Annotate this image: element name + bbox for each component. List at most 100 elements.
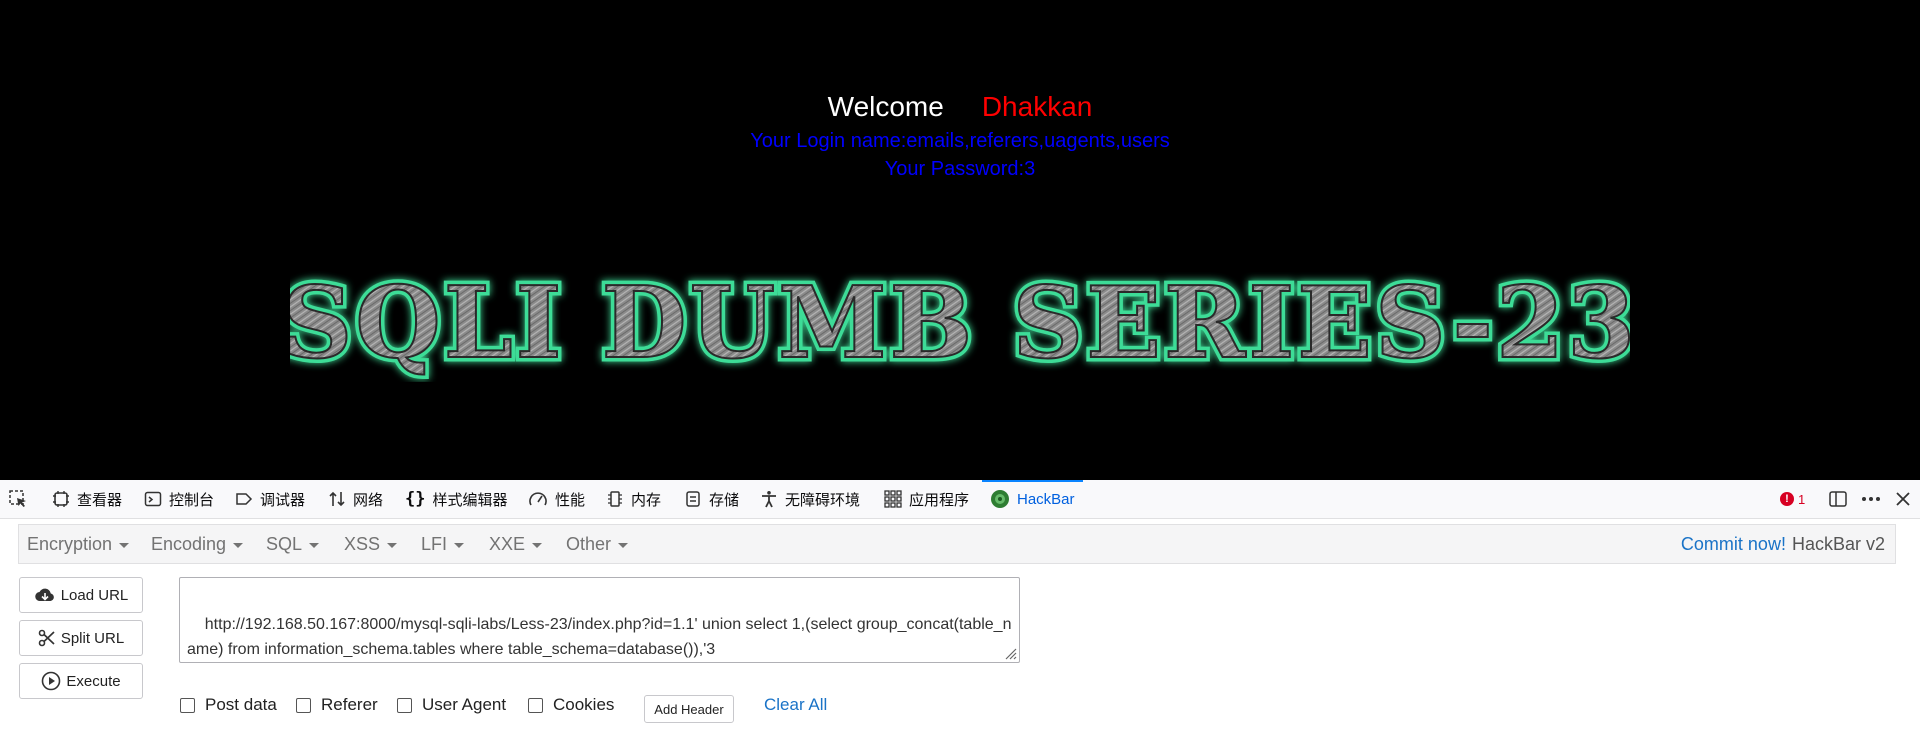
button-label: Load URL bbox=[60, 586, 129, 604]
caret-down-icon bbox=[119, 542, 130, 548]
tab-label: 存储 bbox=[709, 491, 740, 509]
tab-label: 控制台 bbox=[169, 491, 215, 509]
menu-lfi[interactable]: LFI bbox=[421, 525, 465, 563]
menu-encoding[interactable]: Encoding bbox=[151, 525, 244, 563]
application-icon bbox=[884, 490, 902, 508]
split-url-button[interactable]: Split URL bbox=[19, 620, 143, 656]
style-editor-icon: {} bbox=[405, 489, 426, 509]
play-icon bbox=[42, 671, 61, 691]
checkbox-label: Cookies bbox=[553, 695, 615, 714]
commit-link[interactable]: Commit now! bbox=[1681, 534, 1786, 555]
cloud-download-icon bbox=[34, 588, 54, 602]
scissors-icon bbox=[38, 629, 55, 647]
menu-xxe[interactable]: XXE bbox=[489, 525, 543, 563]
tab-label: 网络 bbox=[353, 491, 384, 509]
resize-grip-icon[interactable] bbox=[1003, 646, 1017, 660]
checkbox-label: Referer bbox=[321, 695, 378, 714]
tab-label: HackBar bbox=[1017, 490, 1075, 508]
load-url-button[interactable]: Load URL bbox=[19, 577, 143, 613]
hackbar-version: HackBar v2 bbox=[1791, 533, 1885, 554]
accessibility-icon bbox=[762, 491, 776, 508]
execute-button[interactable]: Execute bbox=[19, 663, 143, 699]
checkbox-box[interactable] bbox=[296, 697, 311, 713]
post-data-checkbox[interactable]: Post data bbox=[180, 693, 277, 717]
welcome-text: Welcome bbox=[827, 91, 944, 122]
checkbox-box[interactable] bbox=[180, 697, 195, 713]
storage-icon bbox=[686, 491, 700, 507]
tab-debugger[interactable]: 调试器 bbox=[235, 480, 305, 518]
tab-accessibility[interactable]: 无障碍环境 bbox=[760, 480, 860, 518]
checkbox-label: User Agent bbox=[422, 695, 507, 714]
tab-label: 应用程序 bbox=[909, 491, 970, 509]
referer-checkbox[interactable]: Referer bbox=[296, 693, 378, 717]
tab-storage[interactable]: 存储 bbox=[684, 480, 739, 518]
tab-label: 无障碍环境 bbox=[785, 491, 861, 509]
performance-icon bbox=[529, 492, 547, 506]
add-header-button[interactable]: Add Header bbox=[644, 695, 734, 723]
menu-other[interactable]: Other bbox=[566, 525, 629, 563]
user-name: Dhakkan bbox=[981, 91, 1093, 122]
button-label: Execute bbox=[66, 672, 121, 690]
checkbox-box[interactable] bbox=[528, 697, 543, 713]
menu-label: Encryption bbox=[27, 533, 113, 554]
network-icon bbox=[329, 491, 345, 507]
tab-hackbar[interactable]: HackBar bbox=[982, 480, 1083, 518]
menu-label: Encoding bbox=[151, 533, 227, 554]
memory-icon bbox=[608, 491, 622, 507]
hackbar-toolbar: Encryption Encoding SQL XSS LFI XXE Othe… bbox=[18, 524, 1896, 564]
error-icon: ! bbox=[1780, 492, 1794, 506]
tab-inspector[interactable]: 查看器 bbox=[52, 480, 122, 518]
devtools-panel: 查看器 控制台 调试器 网络 {} 样式编辑器 性能 内存 存储 无障碍环境 应… bbox=[0, 480, 1920, 747]
cookies-checkbox[interactable]: Cookies bbox=[528, 693, 614, 717]
more-options-icon[interactable] bbox=[1860, 480, 1882, 518]
login-name-text: Your Login name:emails,referers,uagents,… bbox=[750, 130, 1170, 152]
tab-label: 调试器 bbox=[260, 491, 306, 509]
menu-label: XSS bbox=[344, 533, 381, 554]
menu-label: Other bbox=[566, 533, 612, 554]
caret-down-icon bbox=[387, 542, 398, 548]
banner-text: SQLI DUMB SERIES-23 bbox=[290, 266, 1630, 381]
dock-side-icon[interactable] bbox=[1828, 480, 1848, 518]
tab-memory[interactable]: 内存 bbox=[606, 480, 661, 518]
caret-down-icon bbox=[618, 542, 629, 548]
caret-down-icon bbox=[309, 542, 320, 548]
inspector-icon bbox=[53, 491, 69, 507]
menu-encryption[interactable]: Encryption bbox=[27, 525, 130, 563]
tab-application[interactable]: 应用程序 bbox=[884, 480, 969, 518]
clear-all-link[interactable]: Clear All bbox=[764, 693, 827, 717]
tab-style-editor[interactable]: {} 样式编辑器 bbox=[405, 480, 508, 518]
page-content: Welcome Dhakkan Your Login name:emails,re… bbox=[0, 0, 1920, 480]
tab-label: 样式编辑器 bbox=[432, 491, 508, 509]
hackbar-icon bbox=[991, 490, 1009, 508]
devtools-tabbar: 查看器 控制台 调试器 网络 {} 样式编辑器 性能 内存 存储 无障碍环境 应… bbox=[0, 480, 1920, 519]
debugger-icon bbox=[236, 493, 253, 505]
sqli-banner: SQLI DUMB SERIES-23 SQLI DUMB SERIES-23 bbox=[290, 262, 1630, 382]
tab-performance[interactable]: 性能 bbox=[528, 480, 585, 518]
button-label: Split URL bbox=[60, 629, 125, 647]
checkbox-box[interactable] bbox=[397, 697, 412, 713]
menu-label: SQL bbox=[266, 533, 303, 554]
error-count: 1 bbox=[1798, 491, 1806, 507]
url-value: http://192.168.50.167:8000/mysql-sqli-la… bbox=[187, 616, 1012, 658]
tab-console[interactable]: 控制台 bbox=[144, 480, 214, 518]
password-text: Your Password:3 bbox=[884, 158, 1036, 180]
tab-label: 内存 bbox=[631, 491, 662, 509]
menu-label: XXE bbox=[489, 533, 526, 554]
console-icon bbox=[144, 491, 162, 507]
menu-label: LFI bbox=[421, 533, 448, 554]
user-agent-checkbox[interactable]: User Agent bbox=[397, 693, 506, 717]
tab-network[interactable]: 网络 bbox=[328, 480, 383, 518]
close-icon[interactable] bbox=[1894, 480, 1912, 518]
tab-label: 性能 bbox=[555, 491, 586, 509]
welcome-line: Welcome Dhakkan bbox=[0, 91, 1920, 123]
pick-element-icon[interactable] bbox=[8, 480, 28, 518]
url-textarea[interactable]: http://192.168.50.167:8000/mysql-sqli-la… bbox=[179, 577, 1020, 663]
caret-down-icon bbox=[454, 542, 465, 548]
caret-down-icon bbox=[532, 542, 543, 548]
menu-xss[interactable]: XSS bbox=[344, 525, 398, 563]
commit-area: Commit now! HackBar v2 bbox=[1681, 525, 1885, 563]
error-counter[interactable]: ! 1 bbox=[1780, 480, 1805, 518]
caret-down-icon bbox=[233, 542, 244, 548]
menu-sql[interactable]: SQL bbox=[266, 525, 320, 563]
tab-label: 查看器 bbox=[77, 491, 123, 509]
